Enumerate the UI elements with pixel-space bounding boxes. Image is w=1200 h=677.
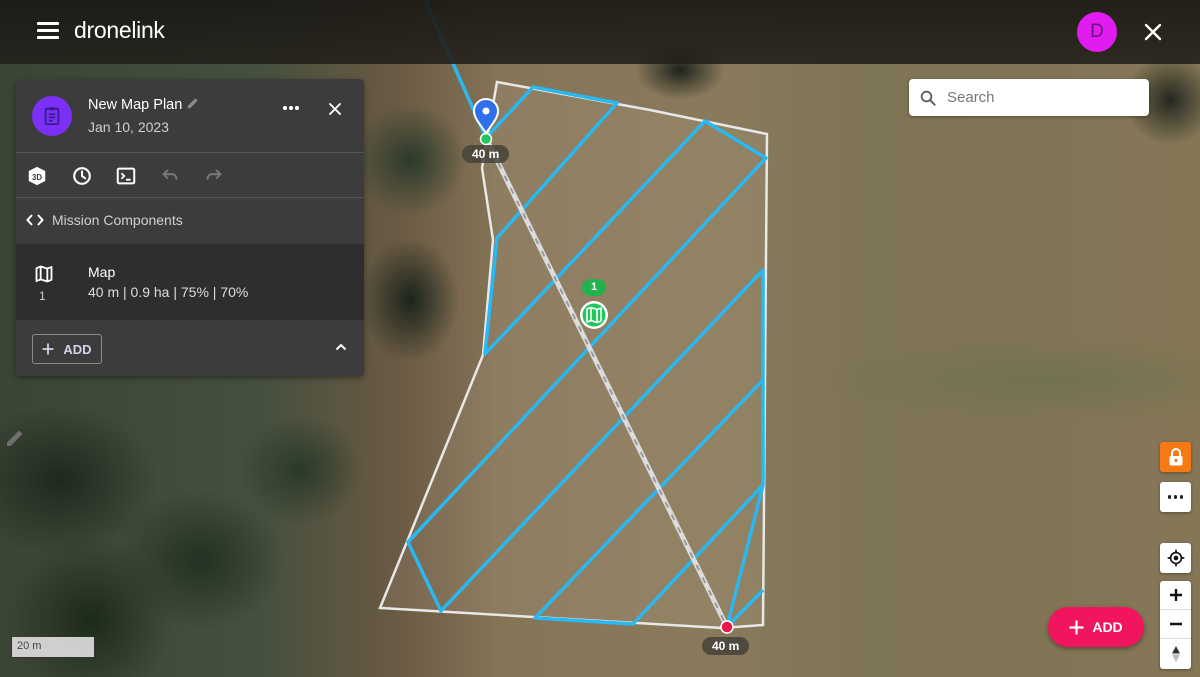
start-point[interactable] — [479, 132, 493, 146]
component-index-badge: 1 — [582, 279, 606, 296]
clock-icon[interactable] — [71, 165, 93, 187]
chevron-up-icon[interactable] — [334, 340, 348, 359]
add-fab-label: ADD — [1092, 619, 1123, 635]
user-avatar[interactable]: D — [1077, 12, 1117, 52]
svg-text:3D: 3D — [32, 173, 42, 182]
map-icon — [35, 265, 53, 283]
compass-button[interactable] — [1160, 639, 1191, 668]
search-icon — [920, 90, 936, 106]
zoom-in-button[interactable] — [1160, 581, 1191, 610]
mission-panel: New Map Plan Jan 10, 2023 3D Mission Com… — [16, 79, 364, 376]
plus-icon — [1169, 589, 1182, 601]
app-logo: dronelink — [74, 17, 165, 43]
crosshair-icon — [1167, 549, 1184, 567]
hamburger-menu-icon[interactable] — [37, 22, 59, 42]
mission-components-header[interactable]: Mission Components — [16, 198, 364, 244]
component-name: Map — [88, 264, 116, 280]
component-list-item[interactable]: 1 Map 40 m | 0.9 ha | 75% | 70% — [16, 244, 364, 320]
mission-components-label: Mission Components — [52, 212, 183, 228]
code-icon — [26, 214, 44, 226]
plus-icon — [1069, 620, 1084, 634]
zoom-out-button[interactable] — [1160, 610, 1191, 639]
add-component-button[interactable]: ADD — [32, 334, 102, 364]
end-point[interactable] — [720, 620, 734, 634]
more-map-options-icon[interactable] — [1160, 482, 1191, 512]
survey-boundary[interactable] — [378, 80, 769, 630]
clipboard-icon — [44, 107, 60, 126]
component-details: 40 m | 0.9 ha | 75% | 70% — [88, 284, 249, 300]
panel-footer: ADD — [16, 320, 364, 376]
add-fab-button[interactable]: ADD — [1048, 607, 1144, 647]
undo-icon[interactable] — [159, 165, 181, 187]
top-bar: dronelink D — [0, 0, 1200, 64]
component-index: 1 — [39, 289, 46, 303]
plan-avatar — [32, 96, 72, 136]
draw-pencil-icon[interactable] — [0, 420, 30, 454]
redo-icon[interactable] — [203, 165, 225, 187]
map-component-marker[interactable] — [580, 301, 608, 329]
panel-header: New Map Plan Jan 10, 2023 — [16, 79, 364, 153]
lock-button[interactable] — [1160, 442, 1191, 472]
locate-me-button[interactable] — [1160, 543, 1191, 573]
more-options-icon[interactable] — [280, 99, 302, 117]
start-altitude-label: 40 m — [462, 145, 510, 163]
panel-toolbar: 3D — [16, 153, 364, 198]
plus-icon — [42, 343, 54, 355]
search-box[interactable] — [909, 79, 1149, 116]
plan-title[interactable]: New Map Plan — [88, 97, 182, 113]
pencil-icon[interactable] — [186, 96, 200, 110]
close-icon[interactable] — [1141, 20, 1165, 44]
end-altitude-label: 40 m — [702, 637, 750, 655]
search-input[interactable] — [947, 89, 1127, 106]
zoom-controls — [1160, 581, 1191, 669]
map-scale: 20 m — [11, 637, 95, 658]
compass-icon — [1171, 645, 1180, 662]
plan-date: Jan 10, 2023 — [88, 119, 169, 135]
close-panel-icon[interactable] — [325, 99, 345, 124]
terminal-icon[interactable] — [115, 165, 137, 187]
add-component-label: ADD — [63, 341, 92, 357]
minus-icon — [1169, 622, 1182, 626]
3d-cube-icon[interactable]: 3D — [26, 165, 48, 187]
lock-icon — [1169, 448, 1182, 466]
